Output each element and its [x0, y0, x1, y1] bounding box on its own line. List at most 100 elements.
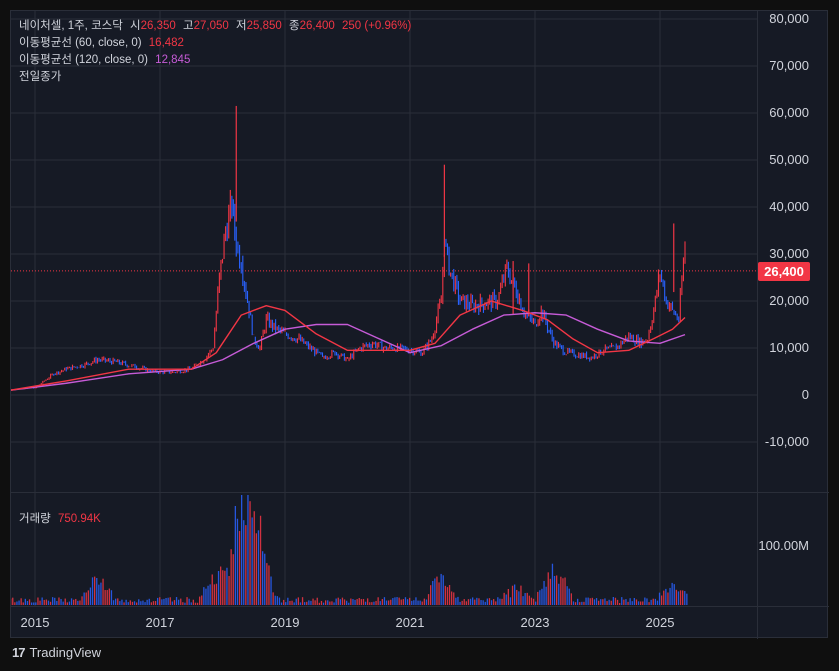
volume-pane[interactable]: 거래량 750.94K [11, 493, 757, 606]
volume-bar [230, 549, 232, 605]
volume-bar [577, 598, 579, 605]
volume-bar [604, 598, 606, 605]
volume-bar [530, 597, 533, 605]
volume-bar [358, 598, 360, 605]
ma120-line [11, 312, 686, 391]
volume-bar [322, 602, 325, 605]
volume-bar [373, 601, 375, 605]
volume-bar [614, 597, 617, 605]
volume-bar [371, 602, 373, 605]
price-pane[interactable]: 네이처셀, 1주, 코스닥 시26,350 고27,050 저25,850 종2… [11, 11, 757, 492]
volume-bar [459, 601, 461, 605]
volume-bar [73, 599, 75, 605]
volume-bar [633, 597, 635, 605]
price-axis-tick: -10,000 [764, 434, 809, 449]
volume-bar [274, 595, 276, 605]
volume-bar [593, 599, 596, 605]
volume-bar [547, 572, 549, 605]
volume-bar [43, 599, 45, 605]
pane-divider[interactable] [11, 492, 829, 493]
prev-close-legend[interactable]: 전일종가 [19, 69, 65, 85]
volume-bar [388, 600, 390, 605]
volume-bar [362, 598, 365, 605]
volume-bar [350, 598, 352, 605]
volume-bar [673, 584, 675, 605]
ma120-label: 이동평균선 (120, close, 0) [19, 54, 148, 66]
volume-bar [499, 598, 501, 605]
volume-bar [495, 601, 497, 605]
ma60-legend[interactable]: 이동평균선 (60, close, 0) 16,482 [19, 35, 188, 51]
volume-bar [539, 590, 541, 605]
volume-bar [390, 599, 392, 605]
volume-bar [110, 590, 113, 605]
volume-legend[interactable]: 거래량 750.94K [19, 511, 105, 527]
volume-bar [421, 601, 423, 605]
change-value: 250 (+0.96%) [341, 20, 412, 32]
volume-bar [572, 601, 575, 605]
volume-bar [522, 596, 524, 605]
volume-bar [83, 592, 85, 605]
volume-bar [234, 505, 236, 605]
volume-bar [644, 597, 646, 605]
volume-bar [537, 591, 539, 605]
volume-bar [89, 587, 92, 605]
ma120-legend[interactable]: 이동평균선 (120, close, 0) 12,845 [19, 52, 194, 68]
symbol-legend: 네이처셀, 1주, 코스닥 시26,350 고27,050 저25,850 종2… [19, 18, 415, 34]
volume-bar [514, 584, 516, 605]
volume-bar [438, 582, 440, 605]
volume-bar [255, 533, 257, 605]
volume-bar [285, 602, 287, 605]
price-axis-tick: 30,000 [769, 246, 809, 261]
volume-bar [335, 598, 337, 605]
volume-bar [280, 602, 283, 605]
volume-bar [417, 600, 419, 605]
volume-bar [346, 600, 348, 605]
volume-bar [238, 530, 241, 605]
volume-bar [568, 588, 570, 605]
volume-bar [270, 576, 272, 605]
volume-bar [553, 575, 556, 605]
volume-bar [442, 575, 444, 605]
volume-bar [264, 553, 266, 605]
tradingview-brand[interactable]: 17 TradingView [12, 645, 101, 660]
volume-bar [24, 598, 26, 605]
volume-bar [566, 586, 568, 605]
volume-bar [262, 551, 264, 605]
volume-bar [304, 602, 306, 605]
volume-bar [367, 598, 369, 605]
volume-bar [650, 599, 652, 605]
volume-bar [551, 563, 554, 605]
volume-bar [621, 597, 623, 605]
chart-frame[interactable]: 네이처셀, 1주, 코스닥 시26,350 고27,050 저25,850 종2… [10, 10, 829, 639]
volume-bar [104, 590, 106, 605]
volume-bar [562, 578, 564, 605]
volume-bar [545, 586, 547, 605]
volume-bar [207, 585, 209, 605]
volume-bar [188, 598, 190, 605]
volume-bar [518, 591, 520, 605]
volume-bar [54, 597, 56, 605]
last-price-tag: 26,400 [758, 261, 810, 281]
high-value: 27,050 [193, 20, 229, 32]
volume-bar [81, 596, 83, 605]
volume-bar [627, 601, 629, 605]
volume-bar [283, 599, 285, 605]
volume-bar [39, 600, 41, 605]
volume-bar [91, 577, 94, 605]
volume-bar [451, 591, 453, 605]
time-axis-tick: 2025 [645, 615, 675, 630]
volume-bar [196, 602, 199, 605]
volume-bar [102, 578, 104, 605]
volume-bar [602, 599, 604, 605]
volume-bar [423, 598, 425, 605]
time-axis-tick: 2015 [20, 615, 50, 630]
volume-bar [497, 597, 499, 605]
volume-bar [583, 601, 585, 605]
volume-bar [140, 601, 142, 605]
volume-bar [524, 593, 526, 605]
volume-bar [610, 600, 612, 605]
price-axis-tick: 20,000 [769, 293, 809, 308]
volume-bar [377, 597, 379, 605]
volume-bar [425, 599, 428, 605]
volume-bar [217, 570, 220, 605]
